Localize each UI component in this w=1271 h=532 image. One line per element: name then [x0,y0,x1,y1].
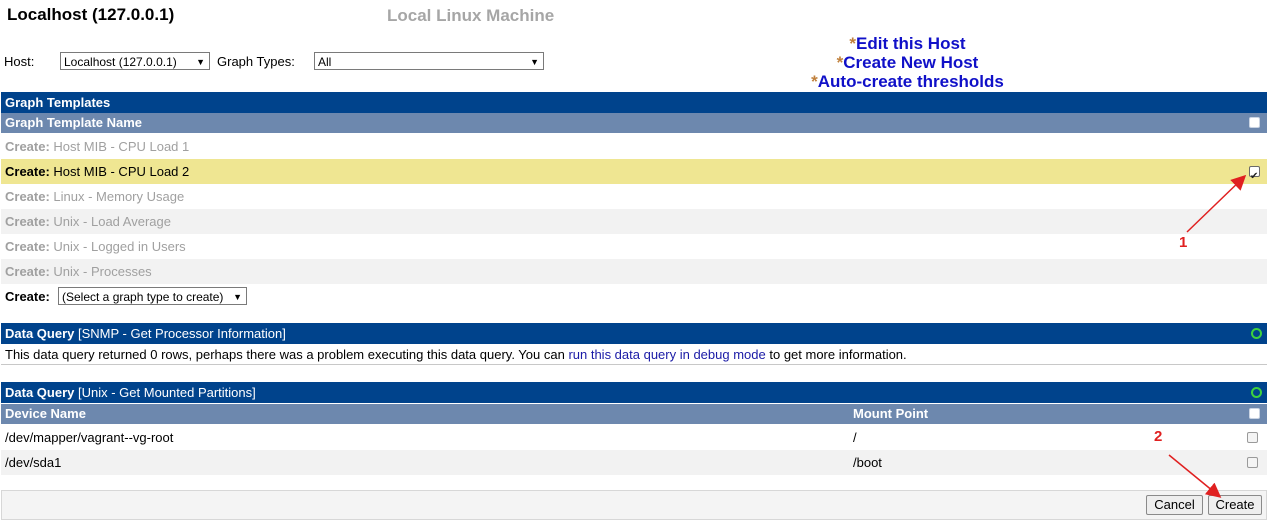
annotation-label-2: 2 [1154,428,1163,445]
annotation-arrow-1 [1186,174,1247,233]
annotation-arrow-2 [1168,454,1222,498]
annotation-label-1: 1 [1179,234,1188,251]
annotation-arrows [1168,174,1247,498]
